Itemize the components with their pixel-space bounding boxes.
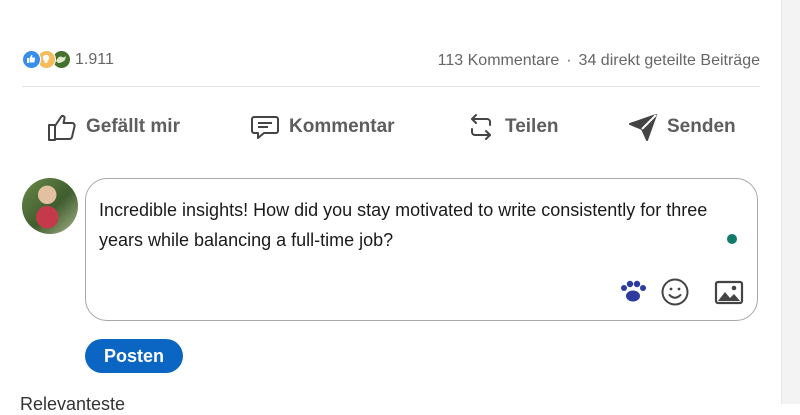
comment-input[interactable]: Incredible insights! How did you stay mo… xyxy=(85,178,758,321)
like-icon xyxy=(22,50,41,69)
sort-label-partial[interactable]: Relevanteste xyxy=(20,394,125,415)
separator-dot: · xyxy=(566,52,572,69)
reposts-count-link[interactable]: 34 direkt geteilte Beiträge xyxy=(579,52,760,69)
comment-icon xyxy=(251,116,279,139)
comment-button[interactable]: Kommentar xyxy=(249,108,395,146)
send-icon xyxy=(629,114,657,141)
emoji-icon[interactable] xyxy=(659,276,691,313)
repost-button[interactable]: Teilen xyxy=(465,108,559,146)
divider xyxy=(22,86,760,87)
send-label: Senden xyxy=(667,116,736,137)
group-mention-icon[interactable] xyxy=(619,279,647,310)
comments-count-link[interactable]: 113 Kommentare xyxy=(438,52,560,69)
like-label: Gefällt mir xyxy=(86,116,180,137)
page-scrollbar[interactable] xyxy=(781,0,800,404)
status-dot xyxy=(727,234,737,244)
post-button[interactable]: Posten xyxy=(85,339,183,373)
image-icon[interactable] xyxy=(714,279,744,312)
engagement-counts: 113 Kommentare · 34 direkt geteilte Beiträ… xyxy=(438,52,760,70)
comment-text[interactable]: Incredible insights! How did you stay mo… xyxy=(99,195,739,255)
avatar[interactable] xyxy=(22,178,78,234)
repost-icon xyxy=(471,114,491,140)
send-button[interactable]: Senden xyxy=(627,108,736,146)
repost-label: Teilen xyxy=(505,116,559,137)
reaction-count[interactable]: 1.911 xyxy=(75,51,114,69)
comment-label: Kommentar xyxy=(289,116,395,137)
thumbs-up-icon xyxy=(48,114,76,141)
like-button[interactable]: Gefällt mir xyxy=(46,108,180,146)
reactions-summary[interactable]: 1.911 xyxy=(22,50,114,69)
